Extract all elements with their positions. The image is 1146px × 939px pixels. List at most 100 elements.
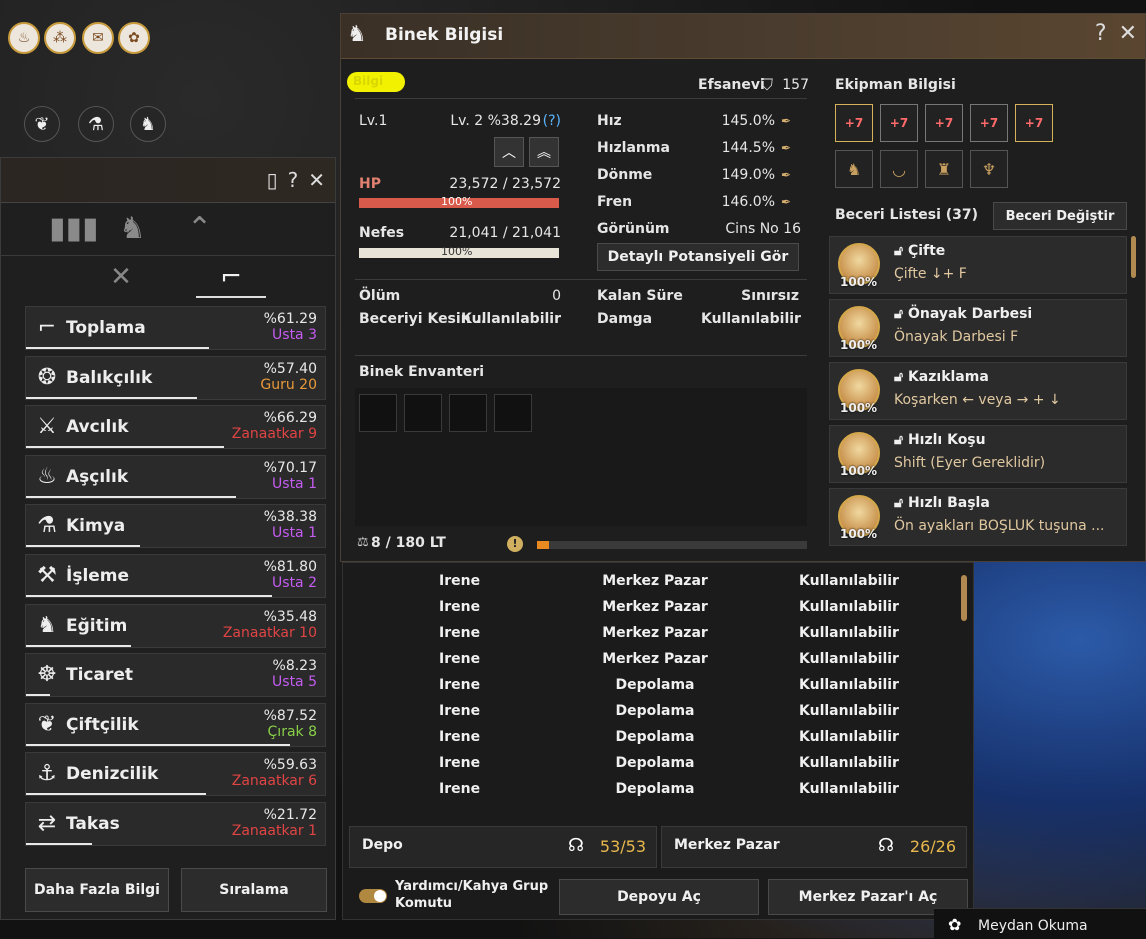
warning-icon[interactable]: !	[507, 536, 523, 552]
combat-icon[interactable]: ✕	[86, 262, 156, 292]
gear-icon[interactable]: ✿	[118, 22, 150, 54]
inventory-slot[interactable]	[494, 394, 532, 432]
life-skill-row[interactable]: ⚒ İşleme %81.80 Usta 2	[25, 554, 326, 598]
challenge-label: Meydan Okuma	[978, 918, 1088, 934]
mount-title-bar[interactable]: ♞ Binek Bilgisi ? ✕	[341, 14, 1145, 59]
horse-head-icon[interactable]: ♞	[130, 106, 166, 142]
inventory-slot[interactable]	[404, 394, 442, 432]
level-up-button[interactable]: ︿	[494, 137, 524, 167]
mount-skill-card[interactable]: 100% 🔓︎ Hızlı Başla Ön ayakları BOŞLUK tuş…	[829, 488, 1127, 546]
list-row[interactable]: Irene Merkez Pazar Kullanılabilir	[343, 569, 963, 595]
equip-slot[interactable]: +7	[1015, 104, 1053, 142]
equip-slot-saddle[interactable]: ♞	[835, 150, 873, 188]
helper-list-panel: Irene Merkez Pazar Kullanılabilir Irene Merk…	[342, 562, 974, 920]
market-label: Merkez Pazar	[674, 837, 780, 853]
helper-location: Depolama	[615, 729, 695, 745]
scroll-icon[interactable]: ✉	[82, 22, 114, 54]
life-skill-row[interactable]: ⚗ Kimya %38.38 Usta 1	[25, 504, 326, 549]
helper-status: Kullanılabilir	[799, 599, 899, 615]
feather-icon: ✒	[781, 141, 792, 155]
mount-skill-card[interactable]: 100% 🔓︎ Kazıklama Koşarken ← veya → + ↓	[829, 362, 1127, 420]
equip-slot-armor[interactable]: ♜	[925, 150, 963, 188]
equip-slot[interactable]: +7	[970, 104, 1008, 142]
share-icon[interactable]: ⁂	[44, 22, 76, 54]
skill-name: Eğitim	[66, 615, 128, 636]
document-icon[interactable]: ▯	[267, 168, 278, 192]
rank-tab-icon[interactable]: ⌃	[187, 211, 212, 246]
skill-title: Hızlı Başla	[907, 495, 990, 511]
potion-icon[interactable]: ⚗	[78, 106, 114, 142]
flask-icon: ⚗	[37, 513, 57, 539]
inventory-slot[interactable]	[359, 394, 397, 432]
list-row[interactable]: Irene Depolama Kullanılabilir	[343, 777, 963, 803]
gathering-icon[interactable]: ⌐	[196, 262, 266, 298]
life-skill-row[interactable]: ❦ Çiftçilik %87.52 Çırak 8	[25, 702, 326, 747]
life-skill-row[interactable]: ♨ Aşçılık %70.17 Usta 1	[25, 454, 326, 499]
horse-tab-icon[interactable]: ♞	[119, 211, 146, 246]
skill-name: Çiftçilik	[66, 714, 139, 735]
help-icon[interactable]: ?	[288, 168, 299, 192]
life-skill-row[interactable]: ⚔ Avcılık %66.29 Zanaatkar 9	[25, 405, 326, 450]
equip-slot[interactable]: +7	[880, 104, 918, 142]
life-skill-row[interactable]: ☸ Ticaret %8.23 Usta 5	[25, 653, 326, 698]
life-skill-row[interactable]: ⚓ Denizcilik %59.63 Zanaatkar 6	[25, 752, 326, 797]
equip-slot[interactable]: +7	[925, 104, 963, 142]
helper-name: Irene	[439, 651, 481, 667]
helper-location: Depolama	[615, 755, 695, 771]
skill-learn-value: Kullanılabilir	[461, 311, 561, 327]
close-icon[interactable]: ✕	[1119, 21, 1137, 46]
helper-name: Irene	[439, 573, 481, 589]
view-potential-button[interactable]: Detaylı Potansiyeli Gör	[597, 243, 799, 271]
life-skill-row[interactable]: ⇄ Takas %21.72 Zanaatkar 1	[25, 802, 326, 846]
enhance-level: +7	[889, 116, 909, 130]
cake-icon[interactable]: ♨	[8, 22, 40, 54]
divider	[355, 355, 807, 356]
skill-scrollbar[interactable]	[1131, 236, 1136, 278]
inventory-slot[interactable]	[449, 394, 487, 432]
more-info-button[interactable]: Daha Fazla Bilgi	[25, 868, 169, 912]
stamp-label: Damga	[597, 311, 653, 327]
mount-skill-card[interactable]: 100% 🔓︎ Önayak Darbesi Önayak Darbesi F	[829, 299, 1127, 357]
level-up-max-button[interactable]: ︽	[529, 137, 559, 167]
open-depot-button[interactable]: Depoyu Aç	[559, 879, 759, 915]
list-row[interactable]: Irene Depolama Kullanılabilir	[343, 699, 963, 725]
group-command-toggle[interactable]	[359, 889, 387, 903]
stat-label: Hızlanma	[597, 140, 670, 156]
skill-command: Önayak Darbesi F	[894, 329, 1019, 345]
change-skill-button[interactable]: Beceri Değiştir	[993, 202, 1127, 230]
list-row[interactable]: Irene Depolama Kullanılabilir	[343, 751, 963, 777]
lock-icon: 🔓︎	[894, 432, 904, 448]
list-row[interactable]: Irene Depolama Kullanılabilir	[343, 673, 963, 699]
lock-icon: 🔓︎	[894, 369, 904, 385]
life-skill-row[interactable]: ⌐ Toplama %61.29 Usta 3	[25, 306, 326, 350]
helper-location: Merkez Pazar	[602, 573, 708, 589]
equip-slot[interactable]: +7	[835, 104, 873, 142]
help-link[interactable]: (?)	[541, 113, 561, 129]
divider	[355, 279, 807, 280]
close-icon[interactable]: ✕	[308, 168, 325, 192]
life-skill-row[interactable]: ♞ Eğitim %35.48 Zanaatkar 10	[25, 603, 326, 648]
life-skill-row[interactable]: ❂ Balıkçılık %57.40 Guru 20	[25, 355, 326, 400]
feather-icon: ✒	[781, 195, 792, 209]
mount-skill-card[interactable]: 100% 🔓︎ Hızlı Koşu Shift (Eyer Gereklidir)	[829, 425, 1127, 483]
stats-tab-icon[interactable]: ▮▮▮	[49, 211, 99, 246]
skill-progress-bar	[26, 495, 236, 498]
list-row[interactable]: Irene Merkez Pazar Kullanılabilir	[343, 595, 963, 621]
ranking-button[interactable]: Sıralama	[181, 868, 327, 912]
help-icon[interactable]: ?	[1095, 21, 1107, 46]
helper-icon: ☊	[568, 835, 584, 856]
butterfly-icon[interactable]: ❦	[24, 106, 60, 142]
helper-name: Irene	[439, 781, 481, 797]
challenge-bar[interactable]: ✿ Meydan Okuma	[934, 908, 1146, 939]
mount-skill-card[interactable]: 100% 🔓︎ Çifte Çifte ↓+ F	[829, 236, 1127, 294]
list-row[interactable]: Irene Merkez Pazar Kullanılabilir	[343, 647, 963, 673]
hp-value: 23,572 / 23,572	[449, 176, 561, 192]
helper-status: Kullanılabilir	[799, 573, 899, 589]
list-row[interactable]: Irene Merkez Pazar Kullanılabilir	[343, 621, 963, 647]
equip-slot-shoe[interactable]: ♆	[970, 150, 1008, 188]
helper-name: Irene	[439, 755, 481, 771]
equip-slot-stirrup[interactable]: ◡	[880, 150, 918, 188]
list-scrollbar[interactable]	[961, 575, 967, 621]
enhance-level: +7	[934, 116, 954, 130]
list-row[interactable]: Irene Depolama Kullanılabilir	[343, 725, 963, 751]
